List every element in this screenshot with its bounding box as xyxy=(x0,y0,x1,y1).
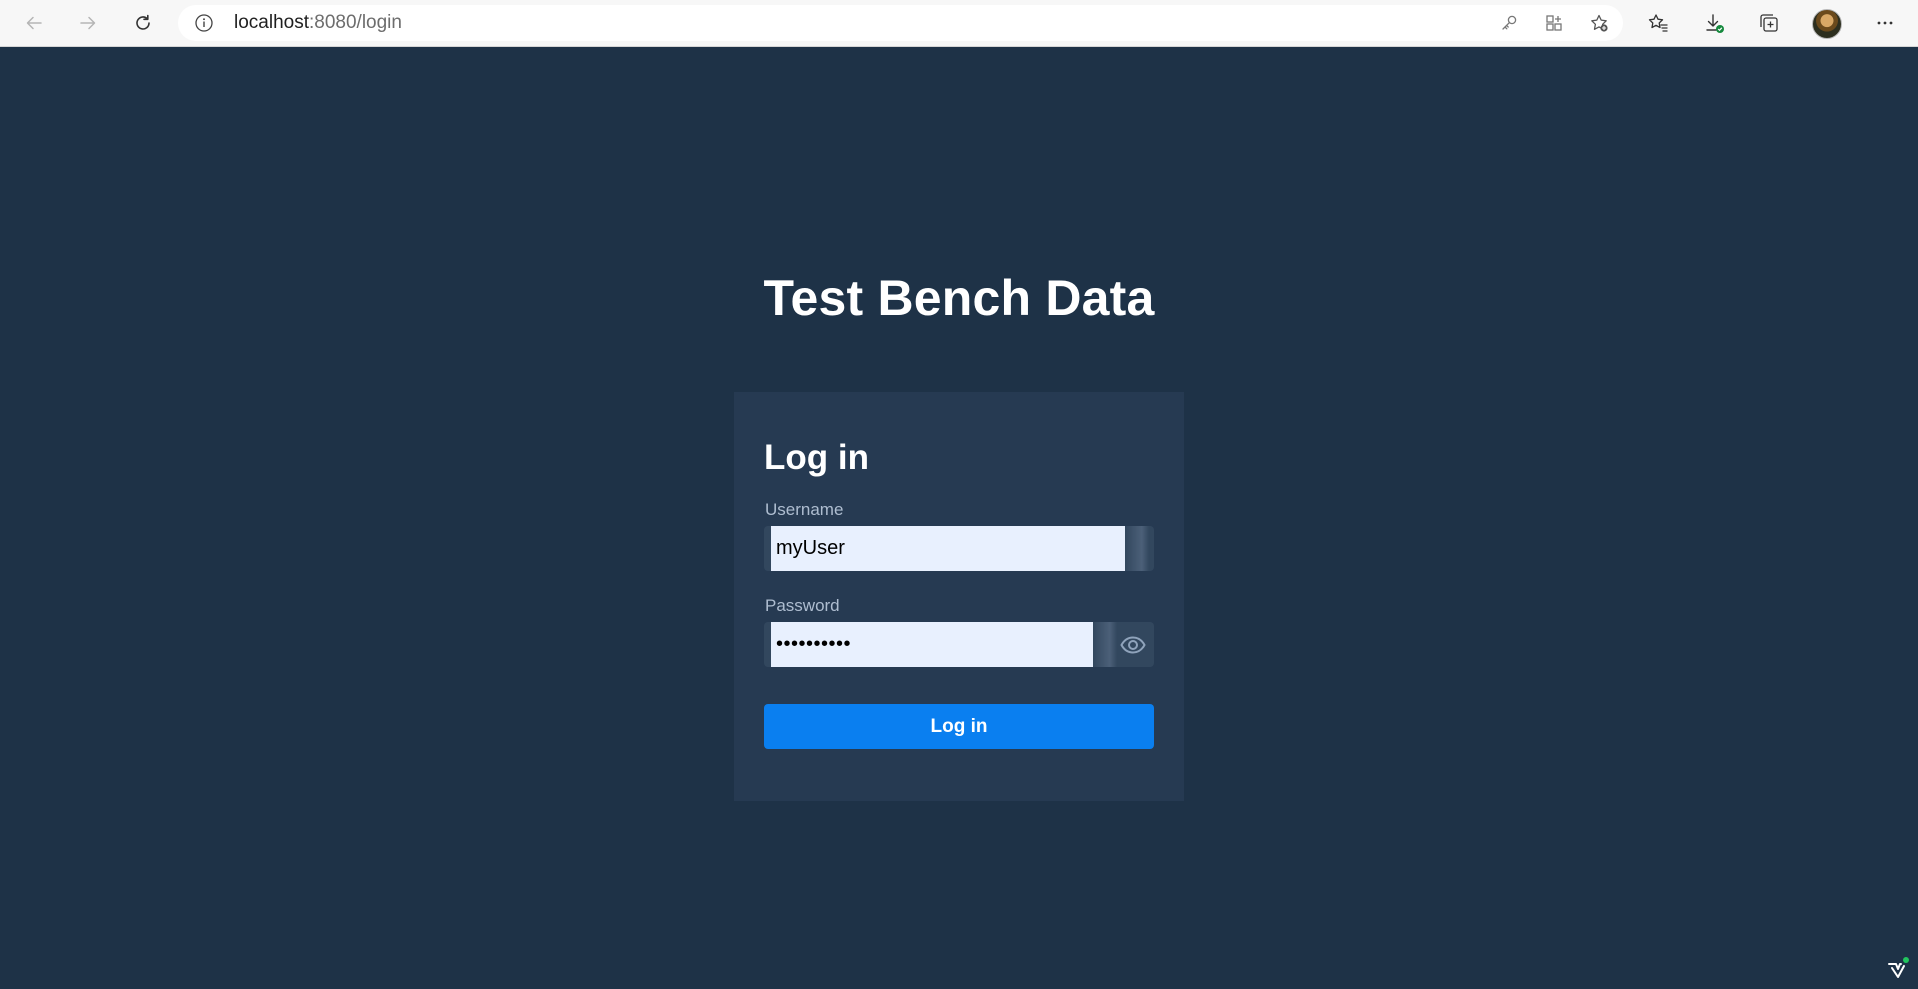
password-input[interactable] xyxy=(771,622,1093,667)
url-host: localhost xyxy=(234,12,309,33)
key-icon[interactable] xyxy=(1498,12,1520,34)
eye-icon xyxy=(1120,636,1146,654)
refresh-icon xyxy=(136,14,150,30)
login-heading: Log in xyxy=(764,438,869,477)
password-field[interactable] xyxy=(764,622,1154,667)
info-icon[interactable] xyxy=(194,13,214,33)
forward-button[interactable] xyxy=(71,6,105,40)
forward-arrow-icon xyxy=(80,16,96,30)
login-button[interactable]: Log in xyxy=(764,704,1154,749)
url-path: :8080/login xyxy=(309,12,402,33)
login-page: Test Bench Data Log in Username Password… xyxy=(0,47,1918,989)
username-input[interactable] xyxy=(771,526,1125,571)
download-icon[interactable] xyxy=(1701,10,1727,36)
url-text[interactable]: localhost:8080/login xyxy=(234,5,402,41)
password-label: Password xyxy=(765,596,840,615)
app-icon[interactable] xyxy=(1543,12,1565,34)
more-icon[interactable] xyxy=(1872,10,1898,36)
favorites-icon[interactable] xyxy=(1645,10,1671,36)
back-arrow-icon xyxy=(26,16,42,30)
dev-tools-icon[interactable] xyxy=(1886,956,1910,980)
autofill-fade xyxy=(1093,622,1117,667)
app-title: Test Bench Data xyxy=(763,270,1155,326)
collections-icon[interactable] xyxy=(1756,10,1782,36)
avatar[interactable] xyxy=(1812,9,1842,39)
back-button[interactable] xyxy=(17,6,51,40)
browser-toolbar: localhost:8080/login xyxy=(0,0,1918,47)
star-add-icon[interactable] xyxy=(1588,12,1610,34)
show-password-button[interactable] xyxy=(1118,630,1148,660)
address-bar[interactable]: localhost:8080/login xyxy=(178,5,1623,41)
login-form: Log in Username Password Log in xyxy=(734,392,1184,801)
autofill-fade xyxy=(1125,526,1149,571)
refresh-button[interactable] xyxy=(126,6,160,40)
username-field[interactable] xyxy=(764,526,1154,571)
username-label: Username xyxy=(765,500,844,519)
